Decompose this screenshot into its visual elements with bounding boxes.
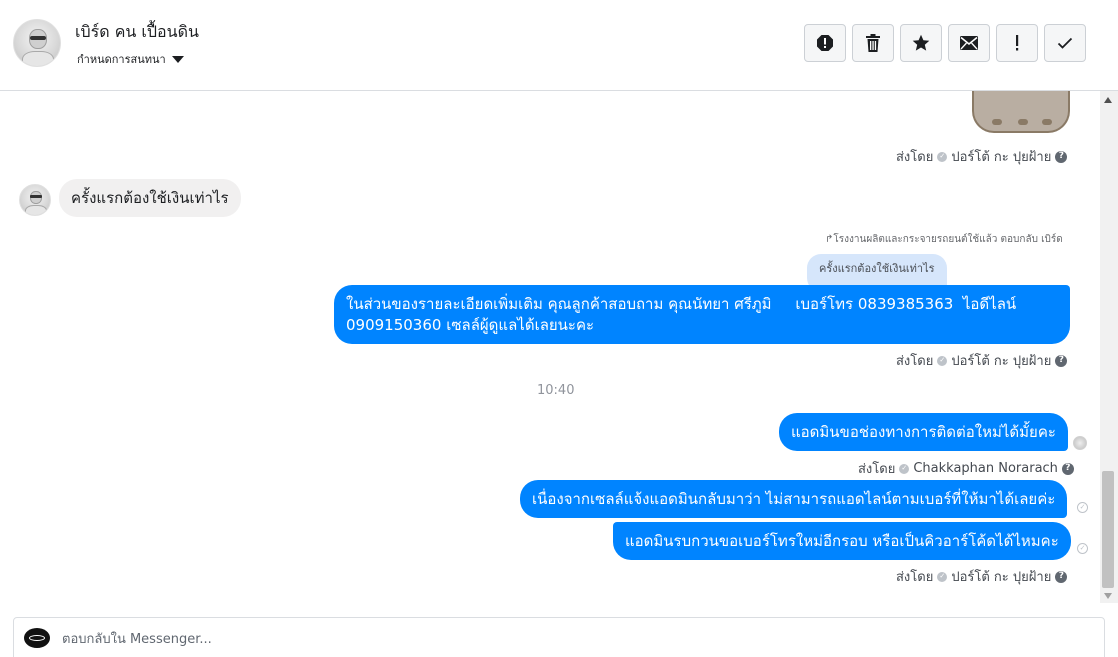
envelope-icon: [960, 36, 978, 50]
reply-context: ↱โรงงานผลิตและกระจายรถยนต์ใช้แล้ว ตอบกลั…: [825, 232, 1063, 247]
contact-avatar[interactable]: [13, 19, 61, 67]
verified-icon: ✓: [899, 463, 910, 474]
reply-context-text: โรงงานผลิตและกระจายรถยนต์ใช้แล้ว ตอบกลับ…: [833, 234, 1063, 245]
sent-by-label: ส่งโดย ✓ ปอร์โต้ กะ ปุยฝ้าย ?: [896, 146, 1068, 167]
scrollbar-thumb[interactable]: [1102, 471, 1114, 588]
outgoing-message-line: 0909150360 เซลล์ผู้ดูแลได้เลยนะคะ: [346, 316, 595, 334]
message-composer: [13, 617, 1105, 657]
sent-by-label: ส่งโดย ✓ ปอร์โต้ กะ ปุยฝ้าย ?: [896, 350, 1068, 371]
sent-check-icon: ✓: [1077, 543, 1088, 554]
help-icon[interactable]: ?: [1055, 150, 1068, 163]
chevron-down-icon: [171, 55, 184, 63]
mark-unread-button[interactable]: [948, 24, 990, 62]
sent-check-icon: ✓: [1077, 502, 1088, 513]
page-logo-icon: [29, 635, 45, 641]
sent-by-prefix: ส่งโดย: [896, 570, 934, 585]
sent-by-prefix: ส่งโดย: [896, 150, 934, 165]
contact-avatar-small[interactable]: [19, 184, 51, 216]
delete-button[interactable]: [852, 24, 894, 62]
sent-by-prefix: ส่งโดย: [896, 354, 934, 369]
incoming-message[interactable]: ครั้งแรกต้องใช้เงินเท่าไร: [59, 179, 241, 217]
scroll-down-arrow-icon[interactable]: [1104, 593, 1112, 599]
report-spam-button[interactable]: [804, 24, 846, 62]
sent-by-name: ปอร์โต้ กะ ปุยฝ้าย: [951, 570, 1052, 585]
exclamation-icon: [1016, 35, 1019, 51]
verified-icon: ✓: [937, 355, 948, 366]
outgoing-message[interactable]: แอดมินขอช่องทางการติดต่อใหม่ได้มั้ยคะ: [779, 413, 1068, 451]
sent-by-name: ปอร์โต้ กะ ปุยฝ้าย: [951, 354, 1052, 369]
star-button[interactable]: [900, 24, 942, 62]
follow-up-button[interactable]: [996, 24, 1038, 62]
help-icon[interactable]: ?: [1061, 462, 1074, 475]
outgoing-message[interactable]: ในส่วนของรายละเอียดเพิ่มเติม คุณลูกค้าสอ…: [334, 285, 1070, 344]
read-receipt-avatar: [1073, 436, 1087, 450]
conversation-toolbar: [804, 24, 1086, 62]
help-icon[interactable]: ?: [1055, 354, 1068, 367]
conversation-settings-label: กำหนดการสนทนา: [77, 53, 166, 66]
outgoing-message[interactable]: แอดมินรบกวนขอเบอร์โทรใหม่อีกรอบ หรือเป็น…: [613, 522, 1071, 560]
star-icon: [912, 34, 930, 51]
message-timestamp: 10:40: [537, 383, 575, 398]
outgoing-message[interactable]: เนื่องจากเซลล์แจ้งแอดมินกลับมาว่า ไม่สาม…: [520, 480, 1068, 518]
verified-icon: ✓: [937, 571, 948, 582]
trash-icon: [866, 34, 880, 52]
contact-name[interactable]: เบิร์ด คน เปื้อนดิน: [75, 20, 199, 45]
page-avatar: [24, 628, 50, 648]
sticker-image[interactable]: [972, 91, 1070, 133]
mark-done-button[interactable]: [1044, 24, 1086, 62]
verified-icon: ✓: [937, 151, 948, 162]
sent-by-name: Chakkaphan Norarach: [913, 461, 1058, 476]
conversation-header: เบิร์ด คน เปื้อนดิน กำหนดการสนทนา: [0, 0, 1118, 91]
sent-by-name: ปอร์โต้ กะ ปุยฝ้าย: [951, 150, 1052, 165]
sent-by-label: ส่งโดย ✓ Chakkaphan Norarach ?: [858, 458, 1074, 479]
sent-by-label: ส่งโดย ✓ ปอร์โต้ กะ ปุยฝ้าย ?: [896, 566, 1068, 587]
message-thread[interactable]: ส่งโดย ✓ ปอร์โต้ กะ ปุยฝ้าย ? ครั้งแรกต้…: [0, 91, 1100, 603]
report-spam-icon: [817, 35, 833, 51]
thread-scrollbar[interactable]: [1100, 91, 1118, 603]
scroll-up-arrow-icon[interactable]: [1104, 97, 1112, 103]
sent-by-prefix: ส่งโดย: [858, 462, 896, 477]
reply-input[interactable]: [62, 628, 1062, 650]
outgoing-message-line: ในส่วนของรายละเอียดเพิ่มเติม คุณลูกค้าสอ…: [346, 295, 1017, 313]
help-icon[interactable]: ?: [1055, 570, 1068, 583]
checkmark-icon: [1057, 37, 1073, 49]
conversation-settings-dropdown[interactable]: กำหนดการสนทนา: [77, 50, 184, 68]
